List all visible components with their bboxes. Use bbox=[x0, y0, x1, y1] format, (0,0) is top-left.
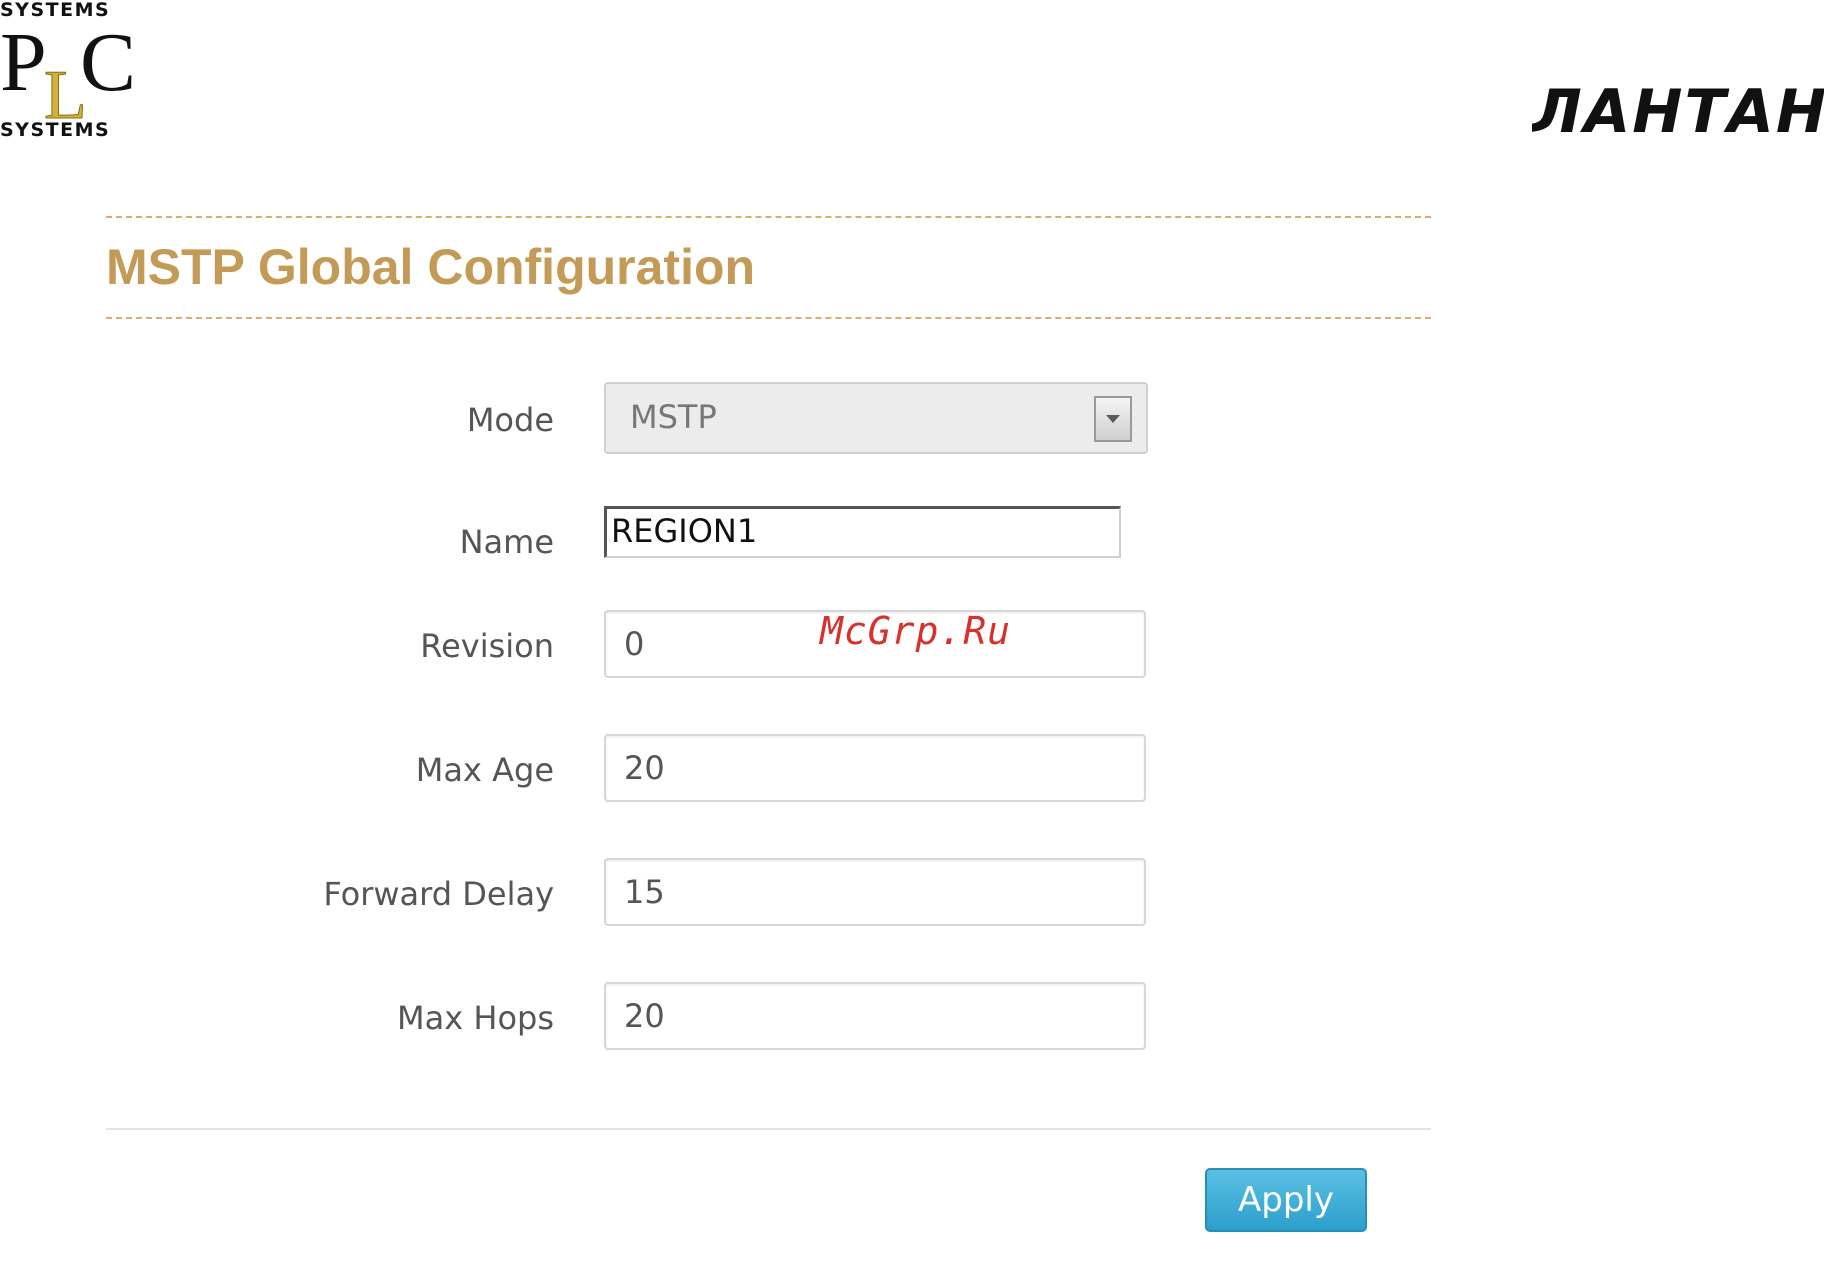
title-bottom-divider bbox=[106, 317, 1431, 319]
max-age-label: Max Age bbox=[415, 751, 554, 789]
watermark-text: McGrp.Ru bbox=[820, 609, 1012, 653]
svg-text:P: P bbox=[0, 16, 47, 109]
revision-label: Revision bbox=[420, 627, 554, 665]
form-footer-divider bbox=[106, 1128, 1431, 1130]
title-top-divider bbox=[106, 216, 1431, 218]
mode-select[interactable]: MSTP bbox=[604, 382, 1148, 454]
lantan-logo: ЛАНТАН bbox=[1532, 80, 1824, 136]
forward-delay-label: Forward Delay bbox=[323, 875, 554, 913]
mode-label: Mode bbox=[466, 401, 554, 439]
forward-delay-field[interactable]: 15 bbox=[604, 858, 1146, 926]
page-title: MSTP Global Configuration bbox=[106, 239, 756, 295]
chevron-down-icon[interactable] bbox=[1094, 396, 1132, 442]
mode-selected-value: MSTP bbox=[630, 398, 717, 436]
brand-wordmark: ЛАНТАН bbox=[1532, 80, 1824, 136]
svg-text:C: C bbox=[80, 16, 136, 109]
logo-bottom-text: SYSTEMS bbox=[0, 119, 110, 140]
max-hops-field[interactable]: 20 bbox=[604, 982, 1146, 1050]
apply-button[interactable]: Apply bbox=[1205, 1168, 1367, 1232]
name-field[interactable]: REGION1 bbox=[604, 506, 1121, 558]
name-label: Name bbox=[459, 523, 554, 561]
max-age-field[interactable]: 20 bbox=[604, 734, 1146, 802]
plc-systems-logo: SYSTEMS P L C SYSTEMS bbox=[0, 0, 140, 140]
max-hops-label: Max Hops bbox=[397, 999, 554, 1037]
